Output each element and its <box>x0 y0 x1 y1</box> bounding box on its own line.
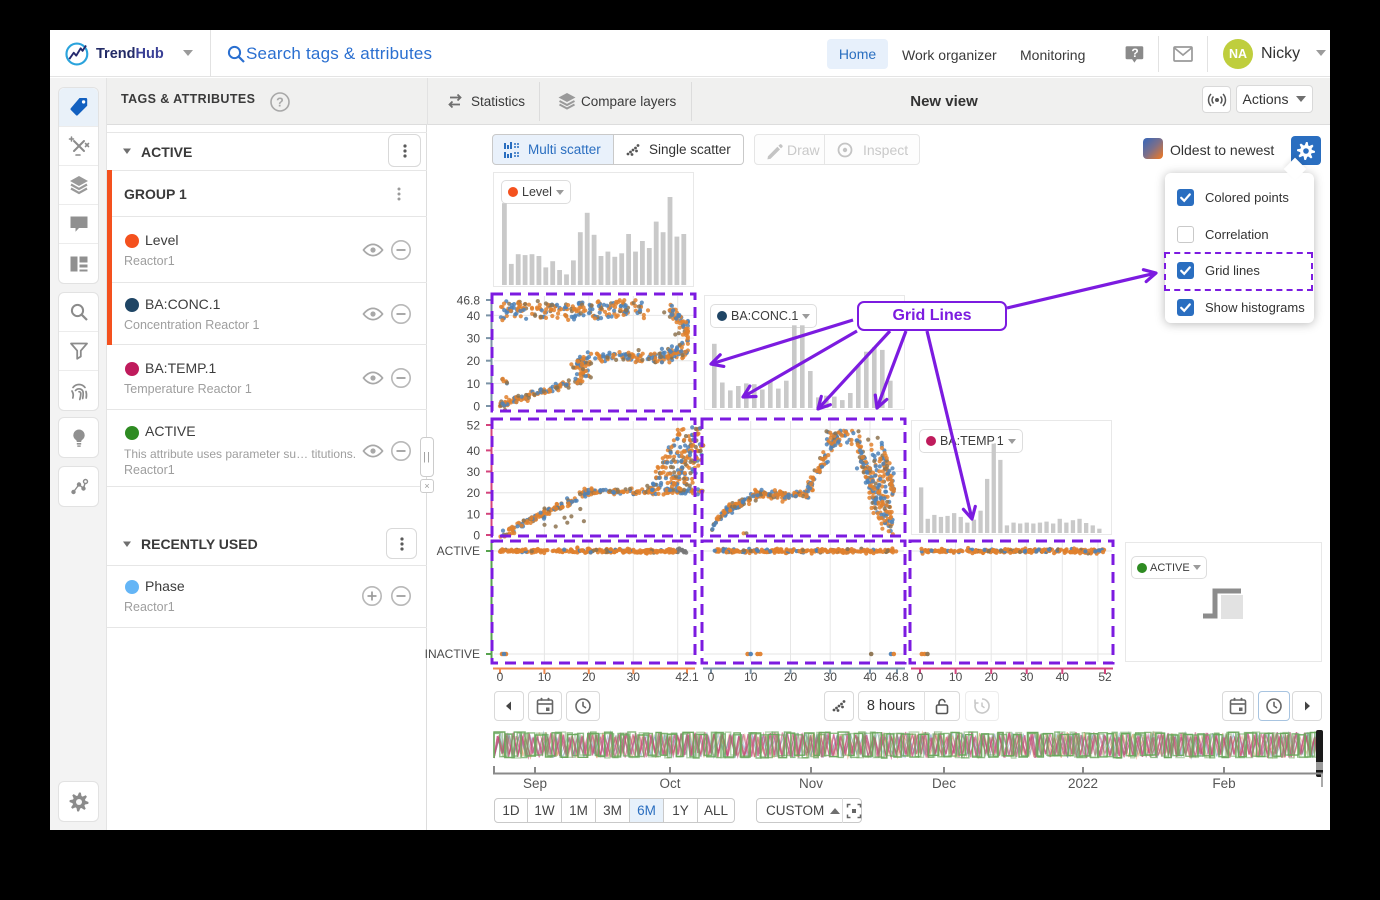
svg-text:20: 20 <box>467 486 481 500</box>
svg-text:46.8: 46.8 <box>457 294 481 308</box>
svg-text:10: 10 <box>467 377 481 391</box>
svg-text:Oct: Oct <box>659 776 680 791</box>
svg-text:30: 30 <box>467 332 481 346</box>
svg-text:10: 10 <box>949 670 963 684</box>
svg-text:40: 40 <box>467 309 481 323</box>
svg-text:2022: 2022 <box>1068 776 1098 791</box>
svg-text:40: 40 <box>863 670 877 684</box>
svg-text:0: 0 <box>708 670 715 684</box>
svg-text:20: 20 <box>985 670 999 684</box>
svg-text:30: 30 <box>1020 670 1034 684</box>
svg-text:30: 30 <box>627 670 641 684</box>
svg-text:20: 20 <box>467 354 481 368</box>
svg-text:46.8: 46.8 <box>885 670 909 684</box>
svg-text:0: 0 <box>497 670 504 684</box>
svg-text:Nov: Nov <box>799 776 823 791</box>
svg-text:10: 10 <box>744 670 758 684</box>
svg-text:10: 10 <box>467 507 481 521</box>
svg-text:52: 52 <box>1098 670 1112 684</box>
svg-text:0: 0 <box>473 529 480 543</box>
svg-text:52: 52 <box>467 419 481 433</box>
svg-text:40: 40 <box>1056 670 1070 684</box>
svg-text:0: 0 <box>473 400 480 414</box>
svg-text:INACTIVE: INACTIVE <box>425 647 480 661</box>
svg-text:42.1: 42.1 <box>675 670 699 684</box>
svg-text:30: 30 <box>824 670 838 684</box>
svg-text:30: 30 <box>467 465 481 479</box>
svg-text:0: 0 <box>917 670 924 684</box>
svg-text:20: 20 <box>784 670 798 684</box>
svg-text:ACTIVE: ACTIVE <box>437 544 480 558</box>
svg-text:Sep: Sep <box>523 776 547 791</box>
svg-text:20: 20 <box>582 670 596 684</box>
svg-text:40: 40 <box>467 444 481 458</box>
svg-text:10: 10 <box>538 670 552 684</box>
svg-text:Dec: Dec <box>932 776 956 791</box>
svg-text:Feb: Feb <box>1212 776 1235 791</box>
